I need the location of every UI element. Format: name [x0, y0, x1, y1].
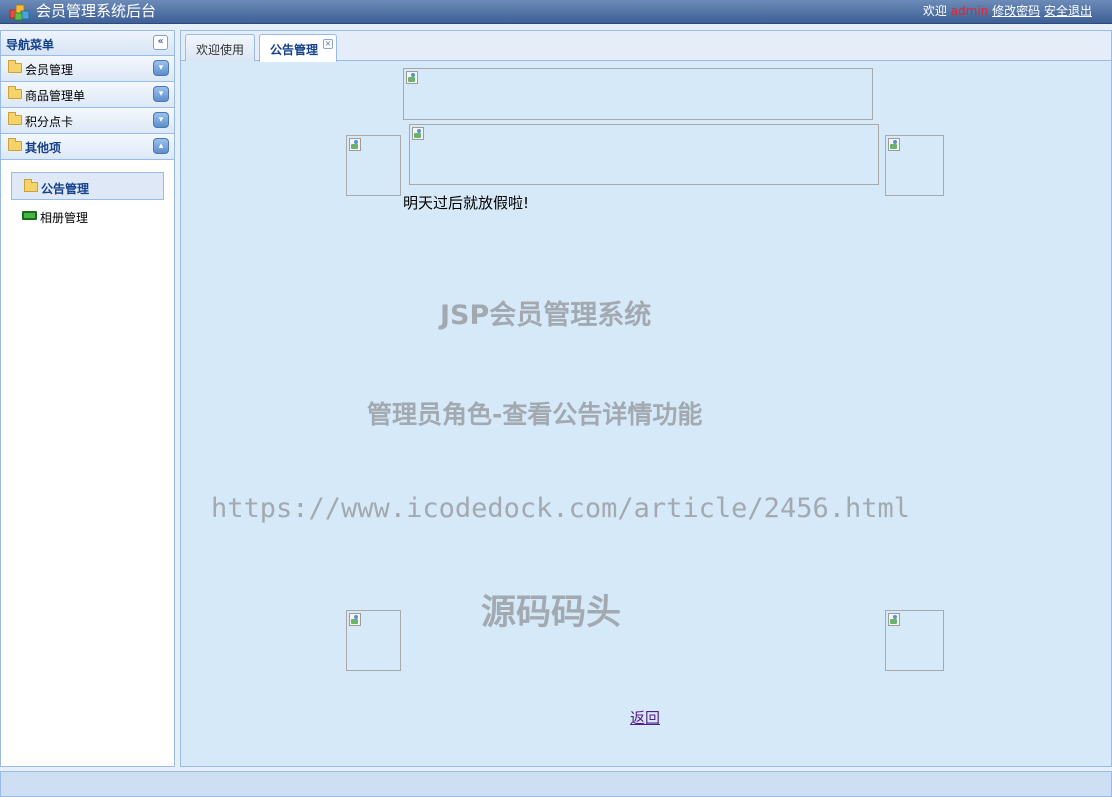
sidebar-item-label: 相册管理 — [40, 211, 89, 225]
menu-group-other[interactable]: 其他项 ▴ — [1, 134, 174, 160]
tab-bar: 欢迎使用 公告管理 × — [181, 31, 1111, 62]
menu-group-label: 其他项 — [25, 141, 62, 155]
menu-group-label: 积分点卡 — [25, 115, 74, 129]
folder-icon — [8, 112, 22, 125]
broken-image-icon — [411, 126, 427, 142]
watermark-url: https://www.icodedock.com/article/2456.h… — [211, 493, 910, 524]
watermark-line: 源码码头 — [481, 593, 622, 633]
broken-image — [403, 68, 873, 120]
expand-icon[interactable]: ▾ — [153, 86, 169, 102]
app-title: 会员管理系统后台 — [36, 2, 157, 20]
tab-label: 欢迎使用 — [196, 43, 245, 57]
sidebar-item-announcements[interactable]: 公告管理 — [11, 172, 164, 200]
expand-icon[interactable]: ▾ — [153, 60, 169, 76]
change-password-link[interactable]: 修改密码 — [992, 4, 1040, 18]
main-panel: 欢迎使用 公告管理 × 明天过后就放假啦! JSP会员管理系统 管理员角色-查看… — [180, 30, 1112, 767]
announcement-detail: 明天过后就放假啦! JSP会员管理系统 管理员角色-查看公告详情功能 https… — [181, 61, 1111, 766]
close-icon[interactable]: × — [323, 39, 333, 49]
sidebar-item-albums[interactable]: 相册管理 — [11, 202, 164, 230]
menu-group-product[interactable]: 商品管理单 ▾ — [1, 82, 174, 108]
user-bar: 欢迎 admin 修改密码 安全退出 — [923, 4, 1092, 18]
navigation-sidebar: 导航菜单 « 会员管理 ▾ 商品管理单 ▾ 积分点卡 ▾ 其他项 ▴ 公告管理 … — [0, 30, 175, 767]
broken-image-icon — [887, 137, 903, 153]
tab-label: 公告管理 — [270, 43, 319, 57]
folder-icon — [8, 138, 22, 151]
menu-group-label: 会员管理 — [25, 63, 74, 77]
folder-icon — [24, 179, 38, 192]
app-logo-icon — [9, 4, 30, 21]
footer-bar — [0, 771, 1112, 797]
tab-announcements[interactable]: 公告管理 × — [259, 34, 337, 62]
broken-image — [885, 135, 944, 196]
folder-icon — [8, 86, 22, 99]
menu-group-member[interactable]: 会员管理 ▾ — [1, 56, 174, 82]
menu-group-label: 商品管理单 — [25, 89, 86, 103]
sidebar-header: 导航菜单 « — [1, 31, 174, 56]
broken-image-icon — [348, 137, 364, 153]
sidebar-item-label: 公告管理 — [41, 182, 90, 196]
logout-link[interactable]: 安全退出 — [1044, 4, 1092, 18]
folder-icon — [8, 60, 22, 73]
collapse-sidebar-icon[interactable]: « — [153, 35, 168, 50]
broken-image — [409, 124, 879, 185]
sidebar-title: 导航菜单 — [6, 38, 55, 52]
announcement-content: 明天过后就放假啦! — [403, 194, 530, 212]
broken-image-icon — [348, 612, 364, 628]
expand-icon[interactable]: ▾ — [153, 112, 169, 128]
welcome-text: 欢迎 — [922, 4, 947, 18]
broken-image — [346, 135, 401, 196]
submenu-other: 公告管理 相册管理 — [1, 160, 174, 230]
broken-image-icon — [887, 612, 903, 628]
broken-image — [885, 610, 944, 671]
watermark-line: 管理员角色-查看公告详情功能 — [367, 400, 703, 429]
album-icon — [22, 211, 37, 220]
watermark-line: JSP会员管理系统 — [440, 300, 652, 331]
broken-image — [346, 610, 401, 671]
menu-group-points[interactable]: 积分点卡 ▾ — [1, 108, 174, 134]
back-link[interactable]: 返回 — [630, 707, 660, 728]
app-header: 会员管理系统后台 欢迎 admin 修改密码 安全退出 — [0, 0, 1112, 24]
collapse-icon[interactable]: ▴ — [153, 138, 169, 154]
tab-welcome[interactable]: 欢迎使用 — [185, 34, 255, 61]
username: admin — [950, 4, 989, 18]
broken-image-icon — [405, 70, 421, 86]
